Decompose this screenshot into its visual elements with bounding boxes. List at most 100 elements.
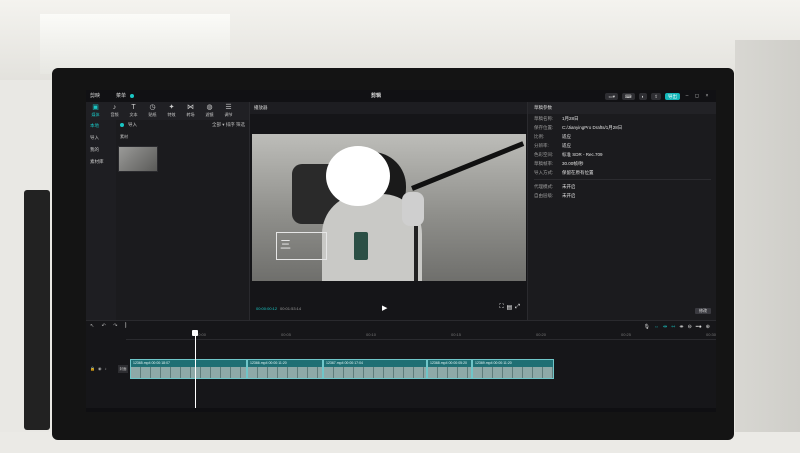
toolbar-label: 媒体 [91, 112, 100, 117]
total-time: 00:01:53:14 [280, 306, 302, 311]
ruler-tick: 00:20 [536, 332, 547, 337]
toolbar-item[interactable]: ⋈ 转场 [181, 102, 200, 120]
param-value: 30.00帧/秒 [562, 161, 584, 166]
video-clip[interactable]: 12367.mp4 00:00:17:04 [323, 359, 427, 379]
close-icon[interactable]: × [704, 93, 710, 100]
video-preview[interactable]: 三 [252, 134, 526, 281]
shortcut-button[interactable]: ⌨ [622, 92, 635, 100]
player-title: 播放器 [250, 102, 528, 114]
player-panel: 播放器 三 00:00:00:12 00:01:53:14 ▶ ⛶ ▤ ⤢ [249, 102, 528, 320]
toolbar-label: 转场 [186, 112, 195, 117]
speaker [24, 190, 50, 430]
param-row: 草稿帧率: 30.00帧/秒 [528, 159, 716, 168]
sidebar-item[interactable]: 本地 [86, 120, 116, 132]
toolbar-icon: T [131, 104, 136, 111]
eye-icon[interactable]: ◉ [98, 366, 102, 371]
cover-button[interactable]: 封面 [118, 365, 128, 373]
param-key: 草稿帧率: [534, 161, 554, 166]
player-tools: ⛶ ▤ ⤢ [499, 304, 520, 311]
clip-frames [428, 367, 471, 378]
param-row: 导入方式: 保留在原有位置 [528, 168, 716, 177]
clip-label: 12369.mp4 00:00:11:20 [475, 361, 512, 365]
param-row: 比例: 适应 [528, 132, 716, 141]
track-controls: 🔒 ◉ ♪ [90, 366, 106, 371]
param-key: 草稿名称: [534, 116, 554, 121]
toolbar-item[interactable]: ✦ 特效 [162, 102, 181, 120]
param-value: 未开启 [562, 193, 576, 198]
window-title: 剪辑 [371, 93, 382, 99]
titlebar: 剪映 菜单 剪辑 ▭▾ ⌨ ◐ ⇪ 导出 – ◻ × [86, 90, 716, 102]
sidebar-item[interactable]: 我的 [86, 144, 116, 156]
ratio-icon[interactable]: ▤ [507, 304, 513, 311]
param-key: 色彩空间: [534, 152, 554, 157]
undo-icon[interactable]: ↶ [102, 323, 106, 329]
media-subtab[interactable]: 素材 [120, 134, 128, 140]
toolbar-label: 特效 [167, 112, 176, 117]
ruler-tick: 00:10 [366, 332, 377, 337]
param-rows: 草稿名称: 1月28日 保存位置: C:/JianyingPro Drafts/1月2… [528, 114, 716, 177]
share-button[interactable]: ⇪ [651, 92, 661, 100]
toolbar-label: 音频 [110, 112, 119, 117]
menu-button[interactable]: 菜单 [116, 90, 126, 102]
video-clip[interactable]: 12365.mp4 00:00:18:07 [130, 359, 247, 379]
toolbar-item[interactable]: T 文本 [124, 102, 143, 120]
taskbar [86, 408, 716, 412]
redo-icon[interactable]: ↷ [113, 323, 117, 329]
param-row: 自由层级: 未开启 [528, 191, 716, 200]
lock-icon[interactable]: 🔒 [90, 366, 95, 371]
sidebar-item[interactable]: 导入 [86, 132, 116, 144]
mute-icon[interactable]: ♪ [104, 366, 106, 371]
crop-icon[interactable]: ⛶ [499, 304, 503, 311]
face-blur [326, 146, 390, 206]
time-ruler[interactable]: 00:00 00:05 00:10 00:15 00:20 00:25 00:30 [126, 331, 716, 340]
toolbar-item[interactable]: ☰ 调节 [219, 102, 238, 120]
sidebar: 本地 导入 我的 素材库 [86, 120, 116, 320]
toolbar-icon: ⋈ [187, 104, 194, 111]
app-logo: 剪映 [90, 93, 101, 99]
param-key: 分辨率: [534, 143, 549, 148]
modify-button[interactable]: 修改 [695, 308, 711, 314]
minimize-icon[interactable]: – [684, 93, 690, 100]
toolbar-icon: ▣ [92, 104, 99, 111]
toolbar-item[interactable]: ▣ 媒体 [86, 102, 105, 120]
ruler-tick: 00:30 [706, 332, 716, 337]
media-tools[interactable]: 全部 ▾ 排序 筛选 [212, 122, 245, 128]
split-icon[interactable]: ⫿ [125, 323, 127, 329]
microphone [402, 192, 424, 226]
export-button[interactable]: 导出 [665, 92, 680, 100]
fullscreen-icon[interactable]: ⤢ [515, 304, 520, 311]
clip-label: 12366.mp4 00:00:11:20 [250, 361, 287, 365]
toolbar-item[interactable]: ◍ 滤镜 [200, 102, 219, 120]
toolbar-item[interactable]: ♪ 音频 [105, 102, 124, 120]
param-row: 分辨率: 适应 [528, 141, 716, 150]
ruler-tick: 00:25 [621, 332, 632, 337]
maximize-icon[interactable]: ◻ [694, 93, 700, 100]
playhead-handle[interactable] [192, 330, 198, 336]
player-controls: 00:00:00:12 00:01:53:14 ▶ ⛶ ▤ ⤢ [250, 302, 528, 316]
video-track: 12365.mp4 00:00:18:07 12366.mp4 00:00:11:… [130, 359, 554, 379]
pro-badge[interactable]: ◐ [638, 92, 648, 100]
phone [354, 232, 368, 260]
toolbar-label: 滤镜 [205, 112, 214, 117]
window-light [40, 14, 230, 74]
sidebar-item[interactable]: 素材库 [86, 156, 116, 168]
import-tab[interactable]: 导入 [128, 122, 137, 128]
video-clip[interactable]: 12366.mp4 00:00:11:20 [247, 359, 323, 379]
media-thumbnail[interactable] [118, 146, 158, 172]
video-clip[interactable]: 12368.mp4 00:00:05:20 [427, 359, 472, 379]
toolbar-icon: ◍ [206, 104, 213, 111]
timeline: ↖ ↶ ↷ ⫿ 🎙 ⇔ ⇹ ⇿ ⇼ ⊖ ━● ⊕ 00:00 00:05 00:10… [86, 320, 716, 412]
layout-button[interactable]: ▭▾ [605, 92, 618, 100]
select-icon[interactable]: ↖ [90, 323, 94, 329]
param-key: 自由层级: [534, 193, 554, 198]
overlay-text: 三 [276, 232, 327, 260]
panel-title: 草稿参数 [528, 102, 716, 114]
video-clip[interactable]: 12369.mp4 00:00:11:20 [472, 359, 554, 379]
mic-stand [414, 226, 418, 281]
playhead[interactable] [195, 331, 196, 412]
param-value: 未开启 [562, 184, 576, 189]
param-rows-2: 代理模式: 未开启 自由层级: 未开启 [528, 182, 716, 200]
play-icon[interactable]: ▶ [382, 304, 387, 312]
titlebar-actions: ▭▾ ⌨ ◐ ⇪ 导出 – ◻ × [605, 92, 710, 100]
toolbar-item[interactable]: ◷ 贴纸 [143, 102, 162, 120]
